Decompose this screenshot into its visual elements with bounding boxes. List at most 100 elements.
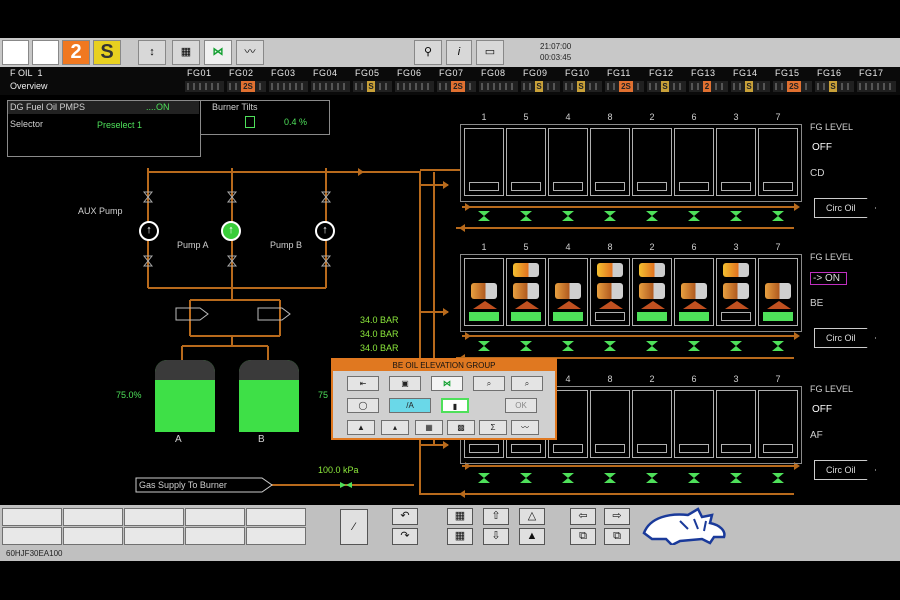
burner-valve-icon[interactable]	[604, 208, 616, 221]
burner-valve-icon[interactable]	[646, 338, 658, 351]
bowtie-icon[interactable]: ⋈	[431, 376, 463, 391]
arrow-right-icon[interactable]: ⇨	[604, 508, 630, 525]
slot-4[interactable]	[185, 508, 245, 526]
triangle-up-icon[interactable]: △	[519, 508, 545, 525]
elevation-id: AF	[810, 430, 823, 441]
tank-a-level: 75.0%	[116, 390, 142, 400]
hand-auto-icon[interactable]: /A	[389, 398, 431, 413]
triangle-small-icon[interactable]: ▴	[381, 420, 409, 435]
window-forward-icon[interactable]: ⧉	[604, 528, 630, 545]
fg-level-state[interactable]: OFF	[812, 404, 832, 415]
burner-valve-icon[interactable]	[520, 208, 532, 221]
slot-3[interactable]	[124, 508, 184, 526]
burner-number: 6	[691, 242, 697, 252]
burner-number: 2	[649, 242, 655, 252]
burner-valve-icon[interactable]	[520, 470, 532, 483]
tank-a-label: A	[175, 434, 182, 445]
burner-number: 5	[523, 242, 529, 252]
grid-icon[interactable]: ▦	[415, 420, 443, 435]
arrow-left-icon[interactable]: ⇦	[570, 508, 596, 525]
burner-valve-icon[interactable]	[688, 338, 700, 351]
undo-icon[interactable]: ↶	[392, 508, 418, 525]
burner-valve-icon[interactable]	[604, 470, 616, 483]
pressure-af: 34.0 BAR	[360, 343, 399, 353]
burner-valve-icon[interactable]	[478, 338, 490, 351]
burner-number: 1	[481, 242, 487, 252]
tag-id: 60HJF30EA100	[6, 549, 63, 558]
slot-10[interactable]	[246, 527, 306, 545]
burner-valve-icon[interactable]	[478, 208, 490, 221]
burner-valve-icon[interactable]	[520, 338, 532, 351]
burner-number: 3	[733, 374, 739, 384]
circ-oil-button[interactable]: Circ Oil	[814, 198, 876, 218]
popup-title: BE OIL ELEVATION GROUP	[333, 360, 555, 371]
fg-level-state[interactable]: OFF	[812, 142, 832, 153]
burner-valve-icon[interactable]	[646, 470, 658, 483]
burner-valve-icon[interactable]	[730, 470, 742, 483]
grid-up-icon[interactable]: ▦	[447, 508, 473, 525]
slot-7[interactable]	[63, 527, 123, 545]
burner-number: 8	[607, 112, 613, 122]
burner-number: 7	[775, 242, 781, 252]
redo-icon[interactable]: ↷	[392, 528, 418, 545]
burner-valve-icon[interactable]	[772, 338, 784, 351]
aux-pump[interactable]: ↑	[139, 221, 159, 241]
circ-oil-button[interactable]: Circ Oil	[814, 328, 876, 348]
arrow-in-icon[interactable]: ⇤	[347, 376, 379, 391]
circle-icon[interactable]: ◯	[347, 398, 379, 413]
arrow-up-icon[interactable]: ⇧	[483, 508, 509, 525]
square-icon[interactable]: ▣	[389, 376, 421, 391]
slot-8[interactable]	[124, 527, 184, 545]
elevation-frame-be	[460, 254, 802, 332]
burner-valve-icon[interactable]	[604, 338, 616, 351]
slot-5[interactable]	[246, 508, 306, 526]
grid-dense-icon[interactable]: ▩	[447, 420, 475, 435]
burner-valve-icon[interactable]	[688, 208, 700, 221]
burner-valve-icon[interactable]	[688, 470, 700, 483]
fg-level-state[interactable]: -> ON	[810, 272, 847, 285]
slot-9[interactable]	[185, 527, 245, 545]
burner-number: 3	[733, 242, 739, 252]
edit-icon[interactable]: ⁄	[340, 509, 368, 545]
burner-valve-icon[interactable]	[562, 470, 574, 483]
triangle-filled-icon[interactable]: ▲	[519, 528, 545, 545]
be-oil-elevation-popup: BE OIL ELEVATION GROUP ⇤ ▣ ⋈ ⌕ ⌕ ◯ /A ▮ …	[331, 358, 557, 440]
tank-b-level: 75	[318, 390, 329, 400]
arrow-down-icon[interactable]: ⇩	[483, 528, 509, 545]
triangle-icon[interactable]: ▲	[347, 420, 375, 435]
magnifier-icon[interactable]: ⌕	[473, 376, 505, 391]
slot-2[interactable]	[63, 508, 123, 526]
burner-valve-icon[interactable]	[772, 208, 784, 221]
pump-a-label: Pump A	[177, 240, 209, 250]
pressure-cd: 34.0 BAR	[360, 315, 399, 325]
tank-a[interactable]	[155, 360, 215, 432]
burner-number: 5	[523, 112, 529, 122]
circ-oil-button[interactable]: Circ Oil	[814, 460, 876, 480]
tank-b[interactable]	[239, 360, 299, 432]
pump-b[interactable]: ↑	[315, 221, 335, 241]
burner-number: 1	[481, 112, 487, 122]
pressure-be: 34.0 BAR	[360, 329, 399, 339]
burner-valve-icon[interactable]	[772, 470, 784, 483]
slot-6[interactable]	[2, 527, 62, 545]
grid-down-icon[interactable]: ▦	[447, 528, 473, 545]
burner-valve-icon[interactable]	[730, 338, 742, 351]
window-back-icon[interactable]: ⧉	[570, 528, 596, 545]
burner-valve-icon[interactable]	[478, 470, 490, 483]
burner-valve-icon[interactable]	[730, 208, 742, 221]
burner-valve-icon[interactable]	[646, 208, 658, 221]
trend-icon[interactable]: 〰	[511, 420, 539, 435]
burner-valve-icon[interactable]	[562, 208, 574, 221]
stop-icon[interactable]: ▮	[441, 398, 469, 413]
gas-supply-label[interactable]: Gas Supply To Burner	[139, 480, 227, 490]
ok-button[interactable]: OK	[505, 398, 537, 413]
pump-a[interactable]: ↑	[221, 221, 241, 241]
elevation-id: CD	[810, 168, 825, 179]
double-magnifier-icon[interactable]: ⌕	[511, 376, 543, 391]
gas-pressure: 100.0 kPa	[318, 465, 359, 475]
burner-valve-icon[interactable]	[562, 338, 574, 351]
slot-1[interactable]	[2, 508, 62, 526]
burner-number: 2	[649, 112, 655, 122]
sigma-icon[interactable]: Σ	[479, 420, 507, 435]
fg-level-label: FG LEVEL	[810, 122, 854, 132]
